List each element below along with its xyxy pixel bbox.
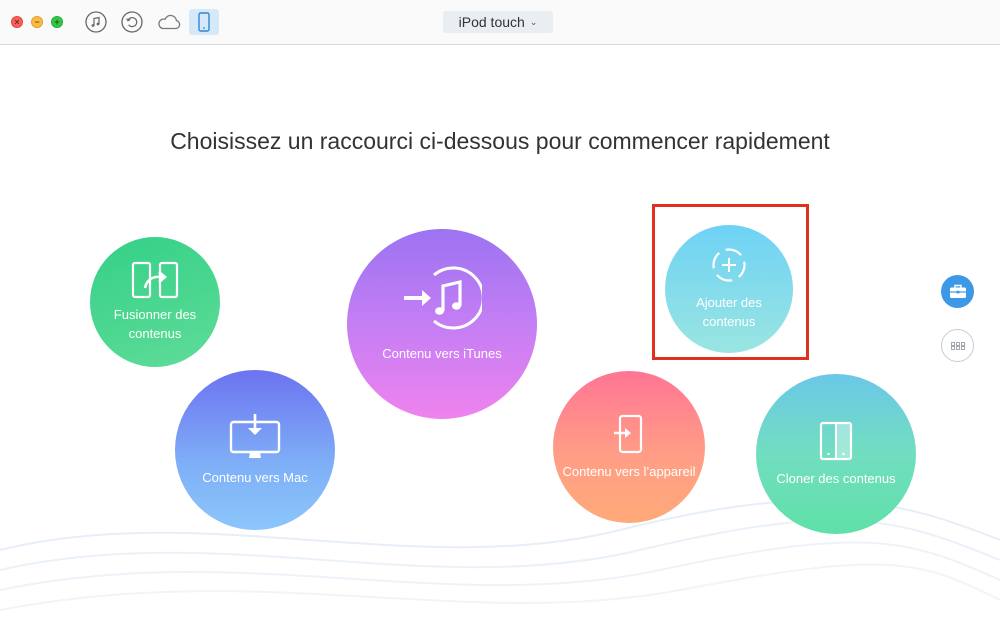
cloud-icon	[158, 14, 181, 30]
minimize-icon: −	[34, 17, 40, 27]
merge-label-line1: Fusionner des	[113, 307, 197, 322]
merge-icon	[131, 261, 179, 299]
page-title: Choisissez un raccourci ci-dessous pour …	[170, 128, 830, 154]
window-close-button[interactable]: ×	[11, 16, 23, 28]
chevron-down-icon: ⌄	[529, 16, 538, 27]
monitor-download-icon	[229, 413, 281, 458]
grid-icon	[950, 341, 965, 350]
content-to-device-label: Contenu vers l’appareil	[562, 463, 696, 479]
content-to-itunes-button[interactable]: Contenu vers iTunes	[347, 229, 537, 419]
content-to-mac-label: Contenu vers Mac	[202, 469, 308, 485]
icloud-button[interactable]	[155, 10, 183, 34]
maximize-icon: +	[54, 17, 60, 27]
itunes-transfer-icon	[404, 266, 482, 329]
toolbar: × − + iPod touch ⌄	[0, 0, 1000, 45]
itunes-library-button[interactable]	[84, 10, 108, 34]
window-maximize-button[interactable]: +	[51, 16, 63, 28]
clone-device-icon	[819, 421, 853, 460]
clone-contents-label: Cloner des contenus	[776, 470, 896, 486]
close-icon: ×	[14, 17, 20, 27]
merge-contents-button[interactable]: Fusionner des contenus	[90, 237, 220, 367]
toolbox-icon	[949, 284, 966, 298]
highlight-box	[652, 204, 809, 360]
more-tools-button[interactable]	[941, 329, 974, 362]
merge-label-line2: contenus	[128, 326, 182, 341]
device-dropdown[interactable]: iPod touch ⌄	[443, 11, 553, 33]
window-minimize-button[interactable]: −	[31, 16, 43, 28]
restore-icon	[121, 11, 143, 33]
device-manager-button[interactable]	[189, 9, 219, 35]
content-to-mac-button[interactable]: Contenu vers Mac	[175, 370, 335, 530]
content-to-device-button[interactable]: Contenu vers l’appareil	[553, 371, 705, 523]
device-name: iPod touch	[458, 14, 525, 30]
device-import-icon	[614, 414, 643, 453]
device-icon	[198, 12, 210, 32]
backup-restore-button[interactable]	[120, 10, 144, 34]
content-to-itunes-label: Contenu vers iTunes	[382, 345, 502, 361]
toolbox-button[interactable]	[941, 275, 974, 308]
clone-contents-button[interactable]: Cloner des contenus	[756, 374, 916, 534]
music-note-icon	[85, 11, 107, 33]
